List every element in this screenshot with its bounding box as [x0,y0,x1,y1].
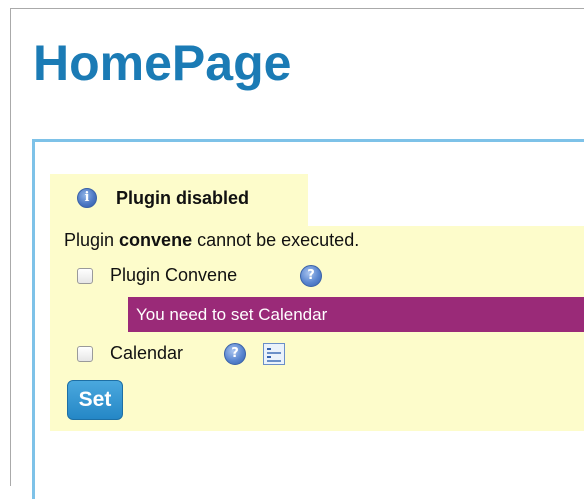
calendar-icon-row [267,360,281,362]
page-title: HomePage [33,35,292,91]
plugin-convene-label: Plugin Convene [110,265,238,285]
info-icon: i [77,188,97,208]
calendar-label: Calendar [110,343,184,363]
calendar-list-icon[interactable] [263,343,285,365]
plugin-disabled-title: Plugin disabled [116,188,250,208]
plugin-message: Plugin convene cannot be executed. [64,230,359,251]
message-suffix: cannot be executed. [192,230,360,250]
set-button[interactable]: Set [67,380,123,420]
calendar-icon-dot [267,348,271,350]
message-prefix: Plugin [64,230,120,250]
warning-message: You need to set Calendar [128,297,584,332]
help-icon[interactable]: ? [300,265,322,287]
plugin-name: convene [119,230,193,250]
plugin-convene-checkbox[interactable] [77,268,93,284]
calendar-checkbox[interactable] [77,346,93,362]
calendar-icon-row [267,352,281,354]
help-icon[interactable]: ? [224,343,246,365]
calendar-icon-dot [267,356,271,358]
